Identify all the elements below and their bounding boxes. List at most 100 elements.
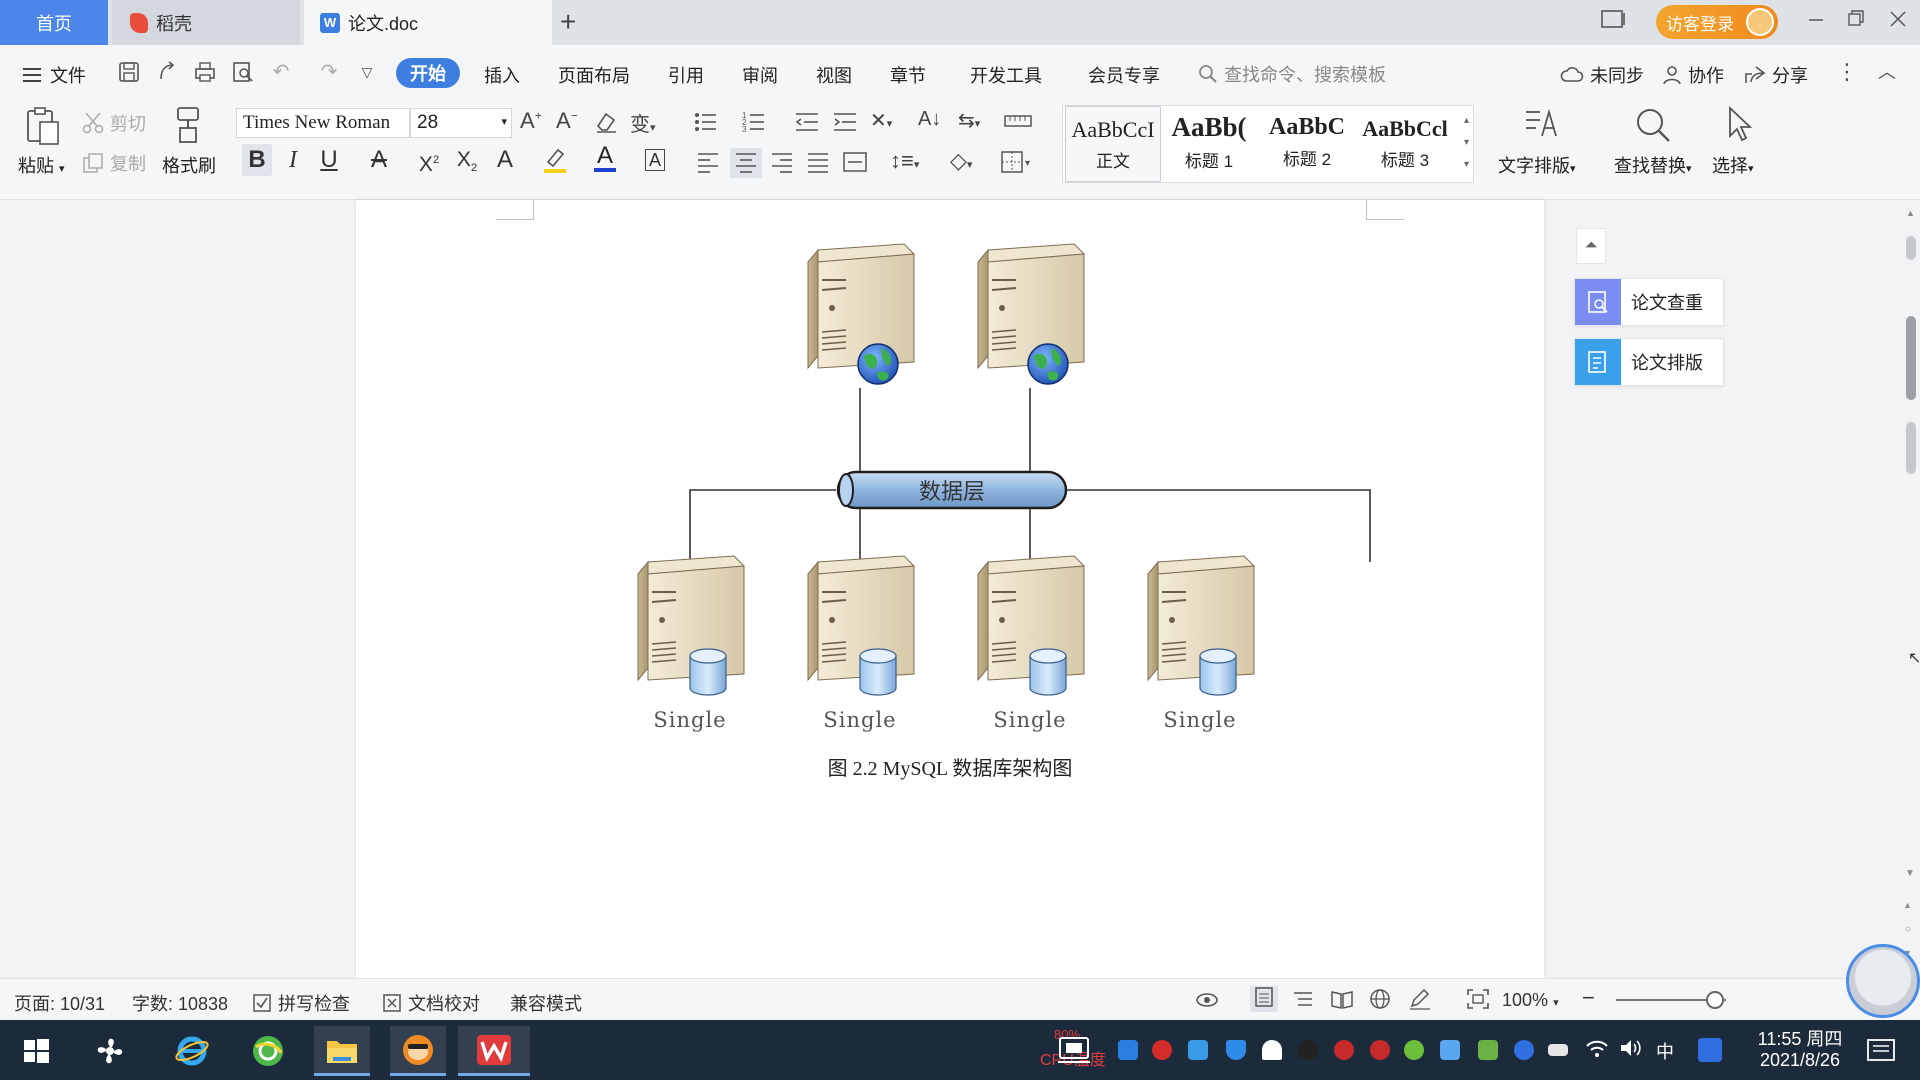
- tray-volume-icon[interactable]: [1618, 1036, 1644, 1065]
- select-cursor-icon[interactable]: [1724, 105, 1754, 149]
- more-options-icon[interactable]: ⋮: [1836, 61, 1858, 83]
- spell-check-button[interactable]: 拼写检查: [252, 990, 350, 1016]
- menu-tab-view[interactable]: 视图: [816, 62, 852, 88]
- menu-tab-developer[interactable]: 开发工具: [970, 62, 1042, 88]
- tray-plus-icon[interactable]: [1404, 1040, 1424, 1060]
- text-layout-button[interactable]: 文字排版▾: [1498, 152, 1576, 178]
- format-painter-icon[interactable]: [174, 106, 204, 151]
- bullet-list-icon[interactable]: [694, 110, 724, 139]
- menu-tab-start[interactable]: 开始: [396, 58, 460, 88]
- tab-overview-icon[interactable]: [1600, 8, 1628, 36]
- collapse-ribbon-icon[interactable]: ︿: [1876, 61, 1898, 83]
- clear-format-icon[interactable]: [594, 110, 618, 139]
- tab-home[interactable]: 首页: [0, 0, 108, 45]
- write-mode-icon[interactable]: [1408, 988, 1432, 1016]
- align-right-icon[interactable]: [770, 150, 794, 179]
- tab-daoke[interactable]: 稻壳: [112, 0, 300, 45]
- styles-scroll-icon[interactable]: ▴ ▾ ▾: [1464, 110, 1469, 176]
- justify-icon[interactable]: [806, 150, 830, 179]
- page-indicator[interactable]: 页面: 10/31: [14, 990, 105, 1016]
- select-button[interactable]: 选择▾: [1712, 152, 1754, 178]
- style-heading-3[interactable]: AaBbCcl 标题 3: [1357, 106, 1453, 182]
- internet-explorer-icon[interactable]: [164, 1026, 220, 1076]
- plagiarism-check-button[interactable]: 论文查重: [1574, 278, 1724, 326]
- tab-document[interactable]: W 论文.doc: [304, 0, 552, 45]
- word-count[interactable]: 字数: 10838: [132, 990, 228, 1016]
- command-search[interactable]: 查找命令、搜索模板: [1198, 61, 1386, 87]
- bold-button[interactable]: B: [242, 144, 272, 176]
- chinese-layout-icon[interactable]: ✕▾: [870, 108, 892, 133]
- strikethrough-button[interactable]: A: [364, 144, 394, 176]
- decrease-indent-icon[interactable]: [794, 110, 820, 139]
- monkey-app-icon[interactable]: [390, 1026, 446, 1076]
- style-heading-1[interactable]: AaBb( 标题 1: [1161, 106, 1257, 182]
- sync-status[interactable]: 未同步: [1560, 62, 1644, 88]
- tray-qq-icon[interactable]: [1334, 1040, 1354, 1060]
- file-menu[interactable]: 文件: [22, 62, 86, 88]
- font-size-select[interactable]: 28 ▾: [410, 108, 512, 138]
- scrollbar-thumb[interactable]: [1906, 236, 1916, 260]
- menu-tab-chapter[interactable]: 章节: [890, 62, 926, 88]
- find-replace-button[interactable]: 查找替换▾: [1614, 152, 1692, 178]
- minimize-icon[interactable]: [1806, 8, 1826, 36]
- notification-center-icon[interactable]: [1866, 1038, 1896, 1069]
- close-window-icon[interactable]: [1888, 8, 1908, 36]
- numbered-list-icon[interactable]: 123: [742, 110, 772, 139]
- cpu-monitor-icon[interactable]: [1056, 1034, 1092, 1069]
- ruler-icon[interactable]: [1004, 110, 1032, 137]
- tray-bluetooth-icon[interactable]: [1514, 1040, 1534, 1060]
- document-page[interactable]: 数据层 Single Single Single Single 图 2.2 My…: [356, 200, 1544, 978]
- restore-icon[interactable]: [1846, 8, 1866, 36]
- tray-qq-icon[interactable]: [1370, 1040, 1390, 1060]
- underline-button[interactable]: U: [314, 144, 344, 176]
- zoom-out-button[interactable]: −: [1582, 985, 1595, 1011]
- windows-start-icon[interactable]: [8, 1026, 64, 1076]
- char-border-icon[interactable]: A: [640, 144, 670, 176]
- outline-view-icon[interactable]: [1292, 988, 1314, 1016]
- ime-indicator[interactable]: 中: [1656, 1038, 1674, 1064]
- zoom-level[interactable]: 100% ▾: [1502, 990, 1559, 1011]
- sort-icon[interactable]: A↓: [918, 108, 941, 131]
- wps-writer-icon[interactable]: [458, 1026, 530, 1076]
- tray-nvidia-icon[interactable]: [1478, 1040, 1498, 1060]
- fit-page-icon[interactable]: [1466, 988, 1490, 1016]
- find-replace-icon[interactable]: [1634, 106, 1672, 149]
- format-painter-button[interactable]: 格式刷: [162, 152, 216, 178]
- tray-security-icon[interactable]: [1118, 1040, 1138, 1060]
- style-normal[interactable]: AaBbCcI 正文: [1065, 106, 1161, 182]
- web-view-icon[interactable]: [1368, 988, 1392, 1016]
- menu-tab-insert[interactable]: 插入: [484, 62, 520, 88]
- redo-icon[interactable]: ↷: [318, 61, 340, 83]
- grow-font-icon[interactable]: A+: [520, 108, 542, 134]
- quick-access-dropdown-icon[interactable]: ▽: [356, 61, 378, 83]
- shrink-font-icon[interactable]: A−: [556, 108, 578, 134]
- save-icon[interactable]: [118, 61, 140, 83]
- assistant-robot-icon[interactable]: [1846, 944, 1920, 1018]
- line-spacing-icon[interactable]: ↕≡▾: [890, 148, 919, 174]
- distributed-align-icon[interactable]: [842, 150, 868, 179]
- font-color-button[interactable]: A: [590, 144, 620, 176]
- tray-wifi-icon[interactable]: [1584, 1036, 1610, 1065]
- borders-icon[interactable]: ▾: [1000, 150, 1034, 179]
- print-preview-icon[interactable]: [232, 61, 254, 83]
- add-tab-button[interactable]: +: [560, 6, 576, 38]
- share-button[interactable]: 分享: [1744, 62, 1808, 88]
- cut-button[interactable]: 剪切: [82, 110, 146, 136]
- 360-browser-icon[interactable]: [240, 1026, 296, 1076]
- menu-tab-page-layout[interactable]: 页面布局: [558, 62, 630, 88]
- taskbar-clock-date[interactable]: 2021/8/26: [1744, 1050, 1856, 1071]
- doc-proofread-button[interactable]: 文档校对: [382, 990, 480, 1016]
- eye-protection-icon[interactable]: [1194, 988, 1220, 1018]
- paste-icon[interactable]: [24, 106, 62, 151]
- text-effect-button[interactable]: A: [490, 144, 520, 176]
- tray-bell-icon[interactable]: [1262, 1040, 1282, 1060]
- undo-icon[interactable]: ↶: [270, 61, 292, 83]
- visitor-login-button[interactable]: 访客登录: [1656, 5, 1778, 39]
- reading-view-icon[interactable]: [1330, 988, 1354, 1016]
- collapse-panel-icon[interactable]: ⏶: [1576, 228, 1606, 264]
- page-view-icon[interactable]: [1250, 986, 1278, 1012]
- scroll-down-icon[interactable]: ▼: [1905, 868, 1915, 879]
- highlight-icon[interactable]: [540, 144, 570, 176]
- menu-tab-review[interactable]: 审阅: [742, 62, 778, 88]
- taskbar-clock-time[interactable]: 11:55 周四: [1750, 1025, 1850, 1051]
